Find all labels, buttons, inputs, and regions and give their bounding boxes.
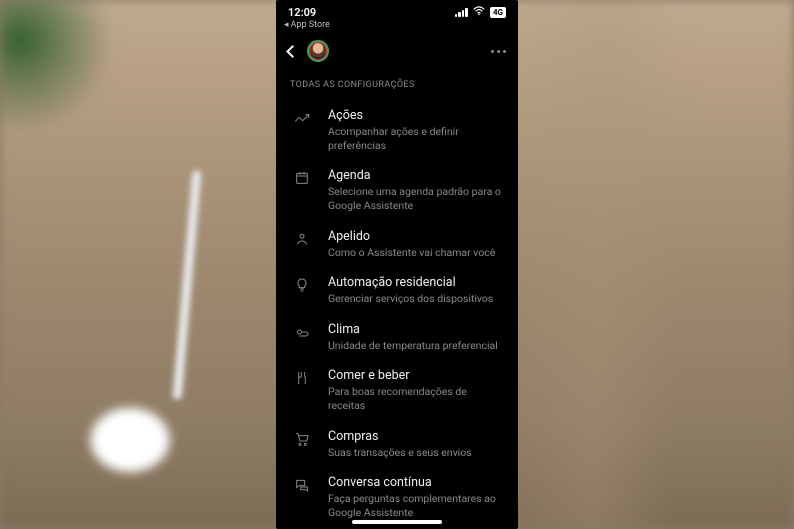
network-badge: 4G (490, 7, 506, 18)
item-sub: Faça perguntas complementares ao Google … (328, 492, 502, 519)
item-title: Compras (328, 429, 502, 444)
item-title: Agenda (328, 168, 502, 183)
item-agenda[interactable]: Agenda Selecione uma agenda padrão para … (280, 160, 514, 220)
item-automacao[interactable]: Automação residencial Gerenciar serviços… (280, 267, 514, 314)
more-icon[interactable] (491, 50, 506, 53)
trend-icon (294, 110, 310, 126)
back-to-appstore[interactable]: ◂ App Store (276, 20, 518, 34)
weather-icon (294, 324, 310, 340)
item-conversa[interactable]: Conversa contínua Faça perguntas complem… (280, 467, 514, 527)
item-sub: Selecione uma agenda padrão para o Googl… (328, 185, 502, 212)
bulb-icon (294, 277, 310, 293)
wifi-icon (473, 6, 485, 19)
food-icon (294, 370, 310, 386)
status-bar: 12:09 4G (276, 0, 518, 20)
back-button[interactable] (286, 45, 299, 58)
item-sub: Gerenciar serviços dos dispositivos (328, 292, 502, 306)
item-apelido[interactable]: Apelido Como o Assistente vai chamar voc… (280, 221, 514, 268)
item-title: Conversa contínua (328, 475, 502, 490)
chat-icon (294, 477, 310, 493)
nav-bar (276, 34, 518, 74)
status-time: 12:09 (288, 6, 316, 19)
avatar[interactable] (307, 40, 329, 62)
home-indicator[interactable] (352, 520, 442, 524)
back-triangle-icon: ◂ (284, 20, 289, 30)
item-sub: Suas transações e seus envios (328, 446, 502, 460)
section-title: TODAS AS CONFIGURAÇÕES (276, 74, 518, 100)
person-icon (294, 231, 310, 247)
phone-frame: 12:09 4G ◂ App Store TODAS AS CONFIGURAÇ… (276, 0, 518, 529)
item-title: Apelido (328, 229, 502, 244)
item-compras[interactable]: Compras Suas transações e seus envios (280, 421, 514, 468)
item-title: Ações (328, 108, 502, 123)
back-link-label: App Store (291, 20, 330, 30)
signal-icon (455, 8, 468, 17)
item-sub: Como o Assistente vai chamar você (328, 246, 502, 260)
item-title: Clima (328, 322, 502, 337)
item-sub: Acompanhar ações e definir preferências (328, 125, 502, 152)
calendar-icon (294, 170, 310, 186)
item-sub: Para boas recomendações de receitas (328, 385, 502, 412)
cart-icon (294, 431, 310, 447)
item-title: Automação residencial (328, 275, 502, 290)
item-sub: Unidade de temperatura preferencial (328, 339, 502, 353)
item-clima[interactable]: Clima Unidade de temperatura preferencia… (280, 314, 514, 361)
item-title: Comer e beber (328, 368, 502, 383)
item-acoes[interactable]: Ações Acompanhar ações e definir preferê… (280, 100, 514, 160)
settings-list: Ações Acompanhar ações e definir preferê… (276, 100, 518, 529)
item-comer[interactable]: Comer e beber Para boas recomendações de… (280, 360, 514, 420)
